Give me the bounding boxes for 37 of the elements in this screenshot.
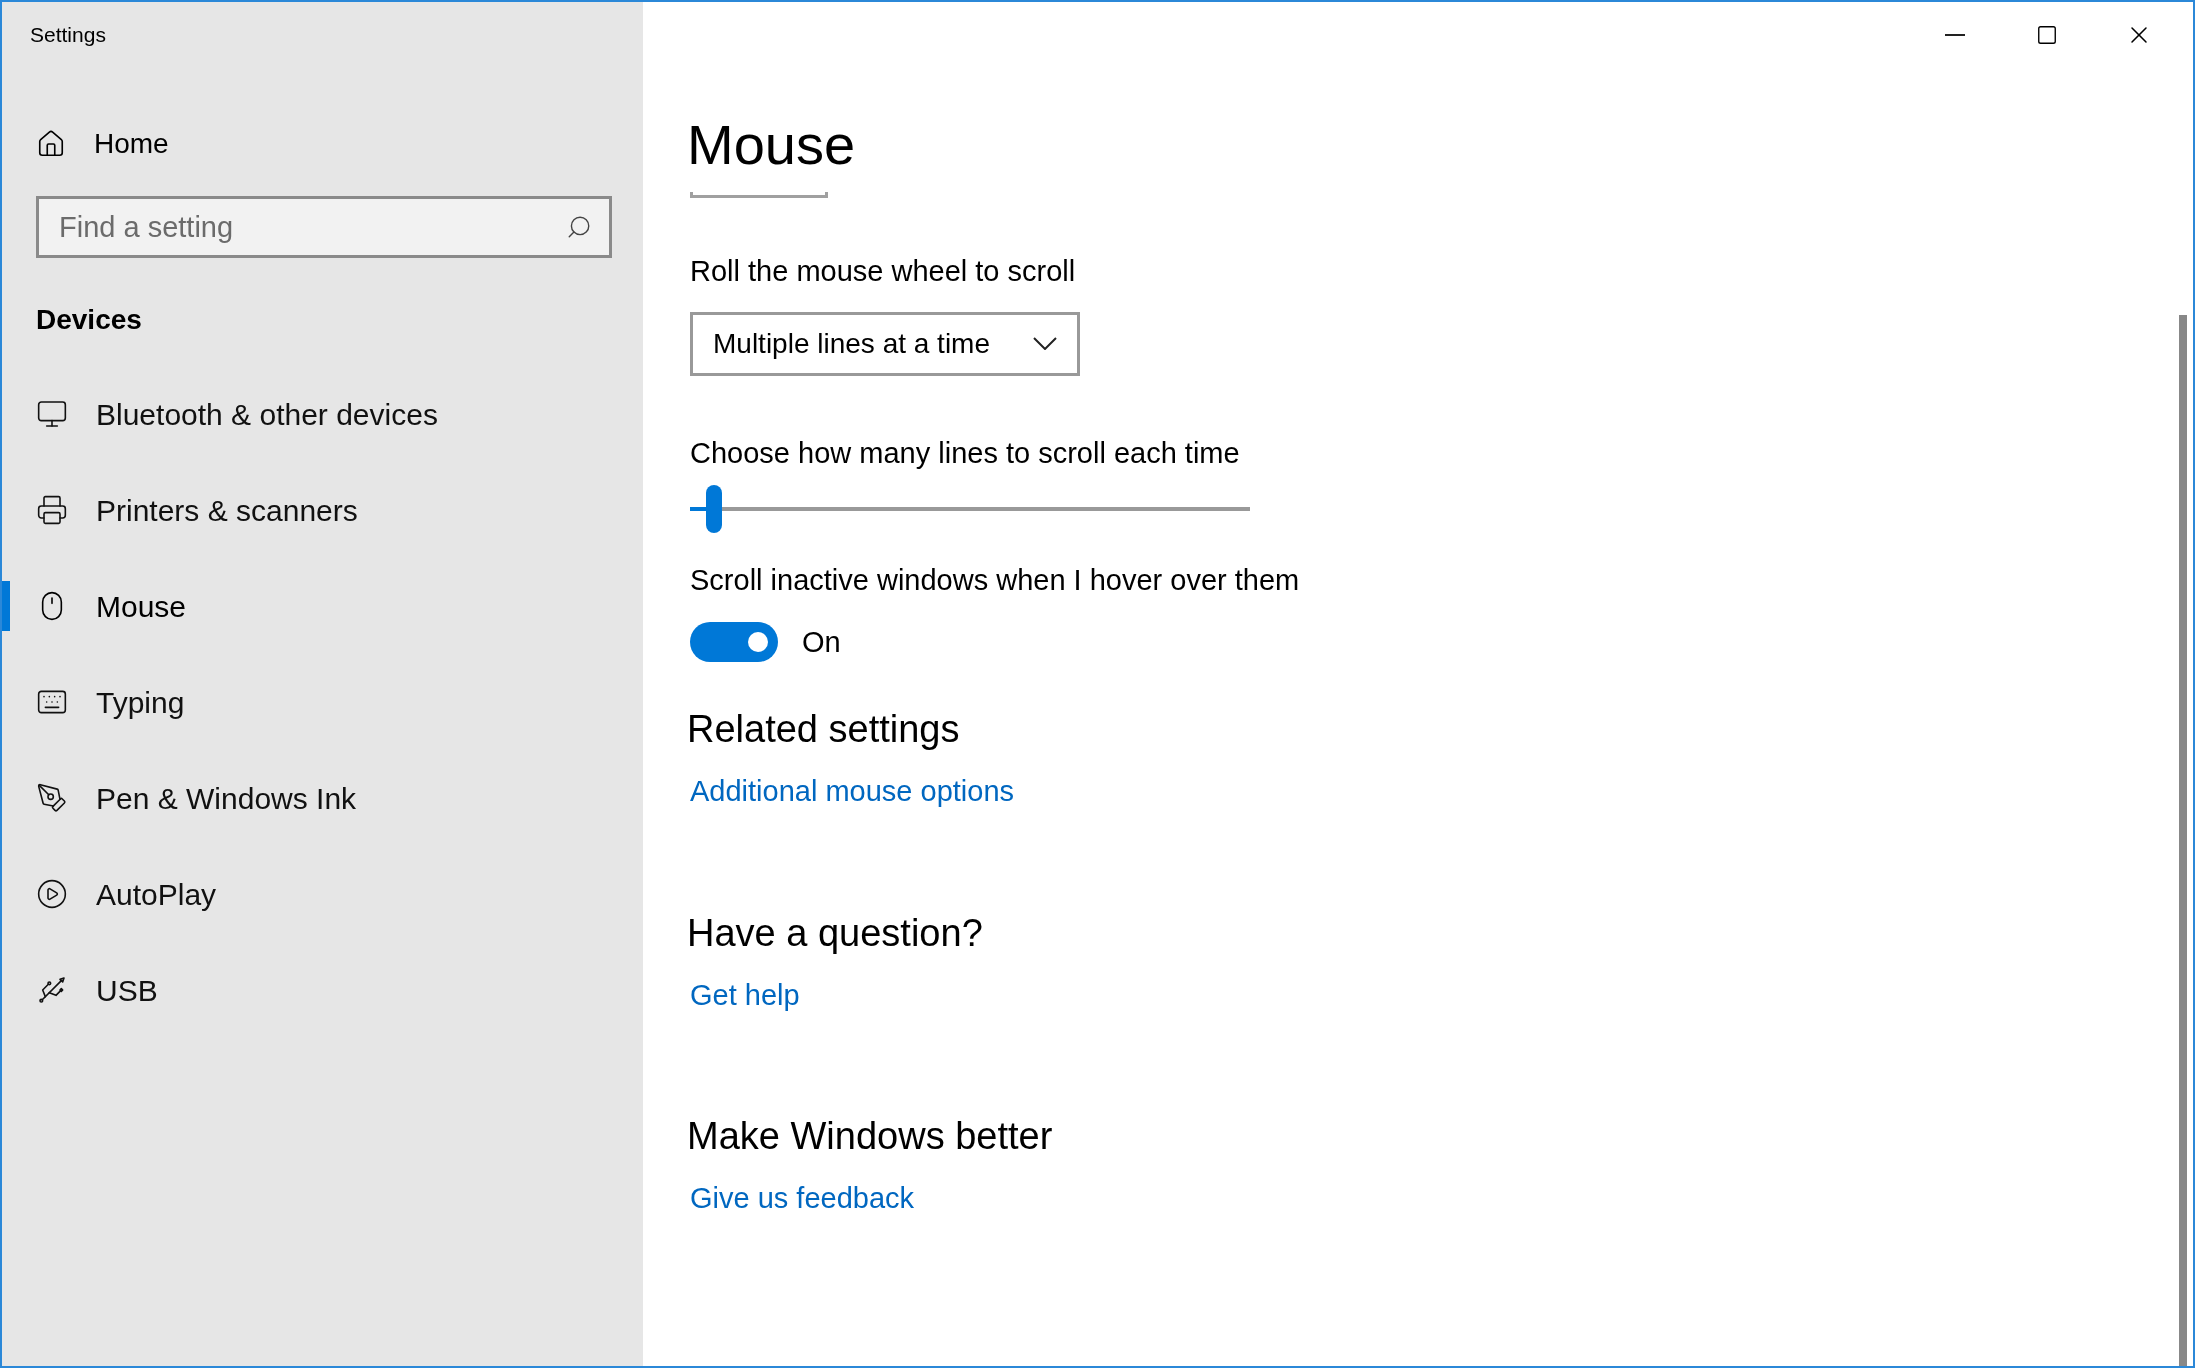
sidebar-item[interactable]: USB <box>36 967 158 1013</box>
window-title: Settings <box>30 22 106 49</box>
printer-icon <box>36 494 68 526</box>
link[interactable]: Additional mouse options <box>690 770 1015 814</box>
minimize-icon <box>1945 34 1965 36</box>
chevron-down-icon <box>1033 337 1057 350</box>
section-heading: Devices <box>36 303 142 337</box>
usb-icon <box>36 974 68 1006</box>
play-circle-icon <box>36 878 68 910</box>
sidebar-item[interactable]: Typing <box>36 679 185 725</box>
link[interactable]: Get help <box>690 973 800 1017</box>
section-heading: Make Windows better <box>687 1114 1053 1159</box>
setting-label: Roll the mouse wheel to scroll <box>690 254 1077 289</box>
sidebar-item[interactable]: Printers & scanners <box>36 487 358 533</box>
page-title: Mouse <box>687 112 857 178</box>
setting-label: Scroll inactive windows when I hover over them <box>690 563 1301 598</box>
sidebar-item[interactable]: AutoPlay <box>36 871 217 917</box>
sidebar-item[interactable]: Bluetooth & other devices <box>36 391 438 437</box>
search-field[interactable]: Find a setting <box>36 196 612 258</box>
home-nav-item[interactable]: Home <box>2 114 643 174</box>
slider-thumb[interactable] <box>706 485 723 533</box>
maximize-icon <box>2036 24 2058 46</box>
sidebar-item[interactable]: Mouse <box>36 583 187 629</box>
home-icon <box>36 129 66 159</box>
dropdown[interactable]: Multiple lines at a time <box>690 311 1080 376</box>
toggle-state-text: On <box>802 624 841 660</box>
sidebar-item[interactable]: Pen & Windows Ink <box>36 775 357 821</box>
pen-icon <box>36 782 68 814</box>
setting-label: Choose how many lines to scroll each time <box>690 435 1241 471</box>
scrollbar[interactable] <box>2179 315 2187 1366</box>
search-icon[interactable] <box>566 214 592 240</box>
slider-track[interactable] <box>690 485 1250 533</box>
devices-icon <box>36 398 68 430</box>
toggle-switch[interactable] <box>690 622 778 663</box>
section-heading: Related settings <box>687 707 960 752</box>
link[interactable]: Give us feedback <box>690 1177 915 1221</box>
section-heading: Have a question? <box>687 910 983 956</box>
